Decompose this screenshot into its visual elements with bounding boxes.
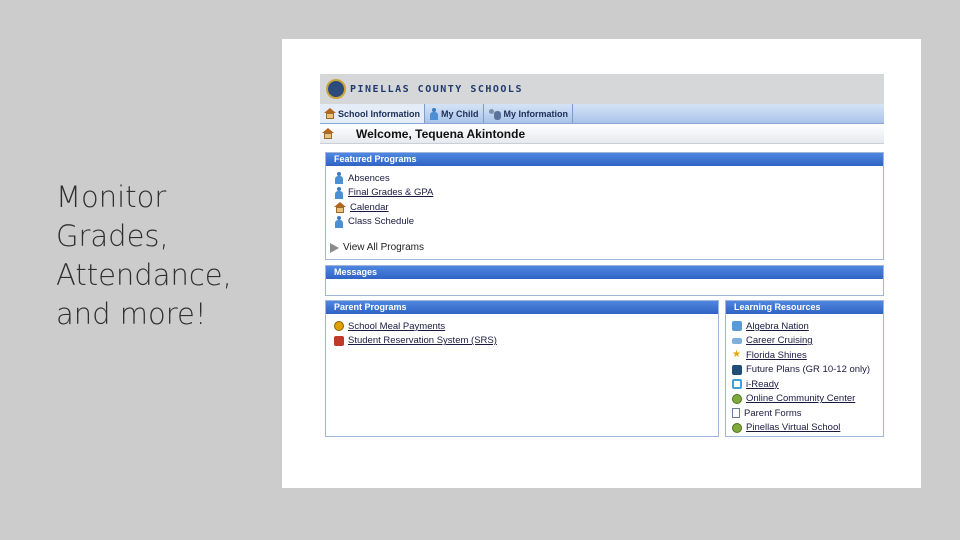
star-icon: ★ (732, 349, 741, 361)
home-icon[interactable] (322, 128, 334, 139)
portal-header: PINELLAS COUNTY SCHOOLS (320, 74, 884, 104)
tab-my-child[interactable]: My Child (425, 104, 484, 123)
link-label: School Meal Payments (348, 320, 446, 332)
coin-icon (334, 321, 344, 332)
parent-programs-panel: Parent Programs School Meal Payments Stu… (325, 300, 719, 437)
tab-school-information[interactable]: School Information (320, 104, 425, 123)
tab-label: My Information (503, 108, 569, 119)
featured-programs-list: Absences Final Grades & GPA Calendar Cla… (326, 166, 883, 229)
resource-link-future-plans[interactable]: Future Plans (GR 10-12 only) (732, 363, 883, 378)
slide-heading: Monitor Grades, Attendance, and more! (56, 178, 266, 334)
program-link-final-grades[interactable]: Final Grades & GPA (334, 186, 883, 201)
portal-tab-bar: School Information My Child My Informati… (320, 104, 884, 124)
program-link-calendar[interactable]: Calendar (334, 200, 883, 215)
link-label: View All Programs (343, 242, 424, 253)
link-label: Calendar (350, 201, 389, 213)
globe-icon (732, 393, 742, 404)
link-label: Future Plans (GR 10-12 only) (746, 364, 871, 376)
slide-heading-line: Monitor (56, 180, 167, 214)
person-icon (334, 186, 344, 199)
parent-portal: PINELLAS COUNTY SCHOOLS School Informati… (320, 74, 884, 437)
person-icon (334, 172, 344, 185)
view-all-programs-link[interactable]: View All Programs (330, 242, 424, 253)
resource-link-algebra-nation[interactable]: Algebra Nation (732, 319, 883, 334)
banner-icon (732, 337, 742, 344)
district-logo-text: PINELLAS COUNTY SCHOOLS (350, 83, 523, 95)
flag-icon (732, 321, 742, 332)
link-label: Career Cruising (746, 335, 813, 347)
learning-resources-panel: Learning Resources Algebra Nation Career… (725, 300, 884, 437)
learning-resources-list: Algebra Nation Career Cruising ★ Florida… (726, 314, 883, 435)
program-link-school-meal-payments[interactable]: School Meal Payments (334, 319, 718, 334)
tab-my-information[interactable]: My Information (484, 104, 573, 123)
link-label: i-Ready (746, 378, 779, 390)
document-icon (732, 408, 740, 419)
resource-link-online-community-center[interactable]: Online Community Center (732, 392, 883, 407)
resource-link-florida-shines[interactable]: ★ Florida Shines (732, 348, 883, 363)
panel-title: Parent Programs (326, 301, 718, 314)
featured-programs-panel: Featured Programs Absences Final Grades … (325, 152, 884, 260)
panel-title: Messages (326, 266, 883, 279)
tab-label: School Information (338, 108, 420, 119)
program-link-class-schedule[interactable]: Class Schedule (334, 215, 883, 230)
district-seal-icon (326, 79, 346, 99)
welcome-bar: Welcome, Tequena Akintonde (320, 124, 884, 144)
link-label: Class Schedule (348, 216, 415, 228)
house-icon (334, 201, 346, 213)
person-icon (429, 107, 439, 120)
link-label: Online Community Center (746, 393, 856, 405)
link-label: Florida Shines (746, 349, 807, 361)
link-label: Pinellas Virtual School (746, 422, 841, 434)
messages-panel: Messages (325, 265, 884, 296)
triangle-right-icon (330, 242, 339, 253)
resource-link-parent-forms[interactable]: Parent Forms (732, 406, 883, 421)
link-label: Parent Forms (744, 407, 802, 419)
program-link-absences[interactable]: Absences (334, 171, 883, 186)
school-icon (334, 335, 344, 346)
program-link-srs[interactable]: Student Reservation System (SRS) (334, 334, 718, 349)
parent-programs-list: School Meal Payments Student Reservation… (326, 314, 718, 348)
link-label: Final Grades & GPA (348, 187, 434, 199)
resource-link-i-ready[interactable]: i-Ready (732, 377, 883, 392)
globe-icon (732, 422, 742, 433)
panel-title: Featured Programs (326, 153, 883, 166)
link-label: Algebra Nation (746, 320, 809, 332)
welcome-message: Welcome, Tequena Akintonde (356, 126, 526, 141)
link-label: Student Reservation System (SRS) (348, 335, 497, 347)
house-icon (324, 108, 336, 119)
resource-link-career-cruising[interactable]: Career Cruising (732, 334, 883, 349)
link-label: Absences (348, 172, 390, 184)
book-icon (732, 364, 742, 375)
portal-screenshot: PINELLAS COUNTY SCHOOLS School Informati… (282, 39, 921, 488)
person-icon (334, 215, 344, 228)
slide-heading-line: Grades, (56, 219, 169, 253)
panel-title: Learning Resources (726, 301, 883, 314)
slide-heading-line: and more! (56, 297, 207, 331)
slide-heading-line: Attendance, (56, 258, 232, 292)
persons-icon (488, 108, 502, 120)
tab-label: My Child (441, 108, 479, 119)
iready-icon (732, 379, 742, 390)
resource-link-pinellas-virtual-school[interactable]: Pinellas Virtual School (732, 421, 883, 436)
